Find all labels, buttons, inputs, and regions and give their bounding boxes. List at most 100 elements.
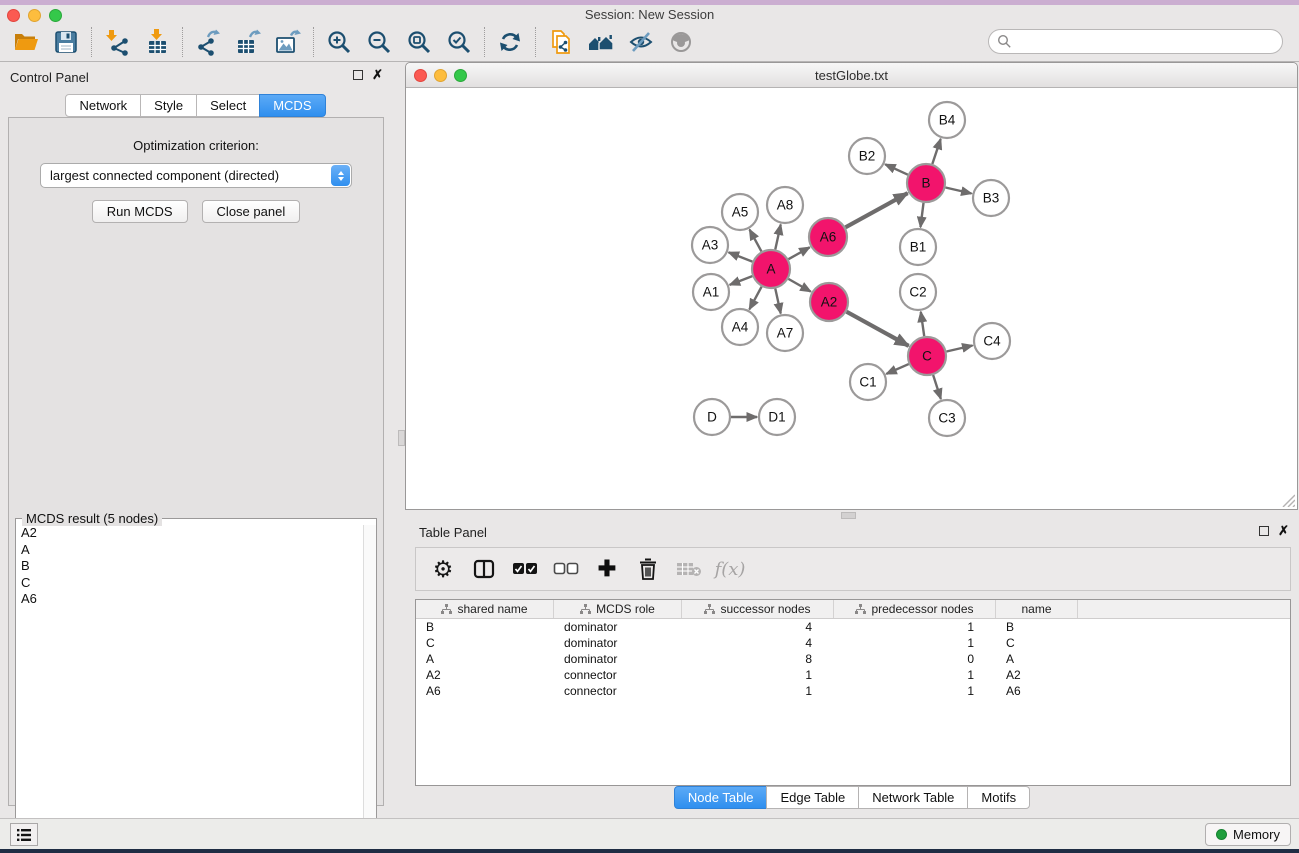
vertical-splitter-handle[interactable] [398, 430, 405, 446]
import-network-button[interactable] [97, 25, 137, 59]
search-input[interactable] [988, 29, 1283, 54]
home-button[interactable] [581, 25, 621, 59]
float-panel-icon[interactable] [353, 70, 363, 80]
task-history-button[interactable] [10, 823, 38, 846]
edge-A-A1[interactable] [730, 276, 753, 285]
run-mcds-button[interactable]: Run MCDS [92, 200, 188, 223]
cell-name[interactable]: A2 [996, 667, 1078, 683]
edge-C-C1[interactable] [886, 364, 908, 374]
criterion-select[interactable]: largest connected component (directed) [40, 163, 352, 188]
resize-grip-icon[interactable] [1281, 493, 1295, 507]
graph-node-C[interactable]: C [908, 337, 946, 375]
graph-node-B1[interactable]: B1 [900, 229, 936, 265]
cell-MCDS-role[interactable]: dominator [554, 619, 682, 635]
function-builder-button[interactable]: f(x) [713, 552, 747, 586]
birds-eye-view-button[interactable] [661, 25, 701, 59]
cell-predecessor-nodes[interactable]: 0 [834, 651, 996, 667]
refresh-button[interactable] [490, 25, 530, 59]
delete-column-button[interactable] [631, 552, 665, 586]
cell-MCDS-role[interactable]: dominator [554, 651, 682, 667]
network-minimize-button[interactable] [434, 69, 447, 82]
zoom-out-button[interactable] [359, 25, 399, 59]
edge-C-C3[interactable] [933, 375, 941, 399]
graph-node-A8[interactable]: A8 [767, 187, 803, 223]
network-canvas[interactable]: AA1A2A3A4A5A6A7A8BB1B2B3B4CC1C2C3C4DD1 [406, 88, 1297, 509]
edge-A-A6[interactable] [788, 247, 809, 259]
table-row[interactable]: A2connector11A2 [416, 667, 1290, 683]
cell-successor-nodes[interactable]: 4 [682, 619, 834, 635]
table-row[interactable]: Cdominator41C [416, 635, 1290, 651]
table-row[interactable]: A6connector11A6 [416, 683, 1290, 699]
cell-successor-nodes[interactable]: 8 [682, 651, 834, 667]
edge-B-B3[interactable] [945, 187, 971, 193]
tab-edge-table[interactable]: Edge Table [766, 786, 859, 809]
graph-node-C4[interactable]: C4 [974, 323, 1010, 359]
mcds-result-list[interactable]: A2ABCA6 [17, 525, 362, 853]
cell-name[interactable]: B [996, 619, 1078, 635]
edge-A-A8[interactable] [775, 225, 780, 250]
edge-A2-C[interactable] [847, 312, 909, 346]
close-panel-icon[interactable]: ✗ [372, 70, 383, 80]
cell-successor-nodes[interactable]: 4 [682, 635, 834, 651]
cell-name[interactable]: C [996, 635, 1078, 651]
network-close-button[interactable] [414, 69, 427, 82]
edge-A-A4[interactable] [749, 287, 761, 310]
edge-A-A5[interactable] [750, 230, 762, 252]
graph-node-A[interactable]: A [752, 250, 790, 288]
save-session-button[interactable] [46, 25, 86, 59]
column-header-successor-nodes[interactable]: successor nodes [682, 600, 834, 618]
mcds-result-item[interactable]: A2 [21, 525, 362, 542]
graph-node-B2[interactable]: B2 [849, 138, 885, 174]
close-panel-button[interactable]: Close panel [202, 200, 301, 223]
result-scrollbar[interactable] [363, 525, 376, 853]
close-table-panel-icon[interactable]: ✗ [1278, 526, 1289, 536]
mcds-result-item[interactable]: B [21, 558, 362, 575]
edge-A-A7[interactable] [775, 289, 780, 314]
tab-mcds[interactable]: MCDS [259, 94, 325, 117]
table-settings-button[interactable]: ⚙ [426, 552, 460, 586]
cell-successor-nodes[interactable]: 1 [682, 667, 834, 683]
add-column-button[interactable]: ✚ [590, 552, 624, 586]
cell-shared-name[interactable]: B [416, 619, 554, 635]
cell-shared-name[interactable]: C [416, 635, 554, 651]
graph-node-A4[interactable]: A4 [722, 309, 758, 345]
cell-name[interactable]: A [996, 651, 1078, 667]
tab-network[interactable]: Network [65, 94, 141, 117]
horizontal-splitter-handle[interactable] [841, 512, 856, 519]
cell-shared-name[interactable]: A6 [416, 683, 554, 699]
graph-node-A3[interactable]: A3 [692, 227, 728, 263]
cell-shared-name[interactable]: A [416, 651, 554, 667]
import-table-button[interactable] [137, 25, 177, 59]
cell-predecessor-nodes[interactable]: 1 [834, 667, 996, 683]
hide-graphics-details-button[interactable] [621, 25, 661, 59]
edge-B-B1[interactable] [920, 203, 923, 227]
network-window-titlebar[interactable]: testGlobe.txt [406, 63, 1297, 88]
graph-node-A2[interactable]: A2 [810, 283, 848, 321]
memory-button[interactable]: Memory [1205, 823, 1291, 846]
export-image-button[interactable] [268, 25, 308, 59]
edge-A-A2[interactable] [788, 279, 810, 292]
cell-successor-nodes[interactable]: 1 [682, 683, 834, 699]
edge-A-A3[interactable] [729, 252, 753, 261]
cell-MCDS-role[interactable]: connector [554, 683, 682, 699]
table-row[interactable]: Adominator80A [416, 651, 1290, 667]
graph-node-A5[interactable]: A5 [722, 194, 758, 230]
graph-node-C2[interactable]: C2 [900, 274, 936, 310]
graph-node-B[interactable]: B [907, 164, 945, 202]
edge-B-B4[interactable] [932, 139, 940, 164]
unselect-all-columns-button[interactable] [549, 552, 583, 586]
tab-style[interactable]: Style [140, 94, 197, 117]
zoom-fit-button[interactable] [399, 25, 439, 59]
graph-node-D[interactable]: D [694, 399, 730, 435]
cell-MCDS-role[interactable]: connector [554, 667, 682, 683]
graph-node-B4[interactable]: B4 [929, 102, 965, 138]
edge-C-C2[interactable] [921, 312, 924, 336]
tab-motifs[interactable]: Motifs [967, 786, 1030, 809]
column-header-shared-name[interactable]: shared name [416, 600, 554, 618]
split-view-button[interactable] [467, 552, 501, 586]
edge-B-B2[interactable] [885, 164, 908, 174]
column-header-MCDS-role[interactable]: MCDS role [554, 600, 682, 618]
graph-node-A7[interactable]: A7 [767, 315, 803, 351]
open-file-button[interactable] [6, 25, 46, 59]
tab-network-table[interactable]: Network Table [858, 786, 968, 809]
